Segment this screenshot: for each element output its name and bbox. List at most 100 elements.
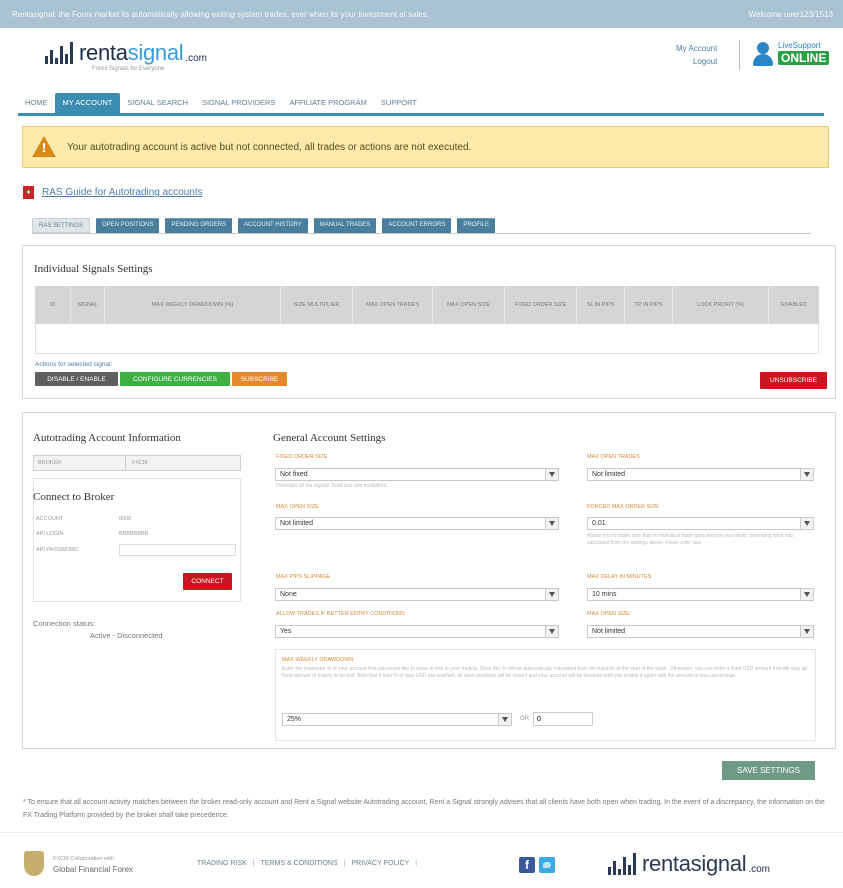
- signals-title: Individual Signals Settings: [34, 263, 153, 275]
- fixed-order-size-select[interactable]: Not fixed: [275, 468, 559, 481]
- trading-risk-link[interactable]: TRADING RISK: [197, 860, 247, 867]
- logout-link[interactable]: Logout: [676, 55, 717, 68]
- pdf-icon: ♦: [23, 186, 34, 199]
- fixed-order-size-value: Not fixed: [280, 471, 308, 478]
- col-size-multiplier[interactable]: Size Multiplier: [281, 286, 353, 324]
- privacy-policy-link[interactable]: PRIVACY POLICY: [351, 860, 409, 867]
- api-password-input[interactable]: [119, 544, 236, 556]
- col-signal[interactable]: Signal: [71, 286, 105, 324]
- tab-account-errors[interactable]: Account Errors: [382, 218, 452, 233]
- logo-domain: .com: [185, 53, 208, 64]
- allow-trades-label: Allow Trades if Better Entry Conditions: [276, 611, 405, 617]
- live-support-widget[interactable]: LiveSupport ONLINE: [752, 40, 830, 66]
- col-lock-profit[interactable]: Lock Profit (%): [673, 286, 769, 324]
- chevron-down-icon: [545, 518, 558, 529]
- col-tp-pips[interactable]: TP in Pips: [625, 286, 673, 324]
- tab-pending-orders[interactable]: Pending Orders: [165, 218, 233, 233]
- nav-signal-search[interactable]: Signal Search: [120, 98, 195, 113]
- subscribe-button[interactable]: Subscribe: [232, 372, 287, 386]
- actions-label: Actions for selected signal:: [35, 361, 113, 368]
- max-open-size-select[interactable]: Not limited: [275, 517, 559, 530]
- max-open-size-label: Max Open Size: [276, 504, 319, 510]
- tab-ras-settings[interactable]: RAS Settings: [32, 218, 91, 233]
- connection-status-value: Active - Disconnected: [90, 631, 163, 640]
- col-fixed-order-size[interactable]: Fixed Order Size: [505, 286, 577, 324]
- nav-affiliate-program[interactable]: Affiliate Program: [282, 98, 373, 113]
- footer-logo-domain: .com: [748, 864, 771, 875]
- save-settings-button[interactable]: Save Settings: [722, 761, 815, 780]
- tab-manual-trades[interactable]: Manual Trades: [313, 218, 377, 233]
- api-login-label: API Login: [36, 531, 64, 537]
- col-max-open-size[interactable]: Max Open Size: [433, 286, 505, 324]
- twitter-icon[interactable]: [539, 857, 555, 873]
- logo-text-part2: signal: [127, 40, 184, 65]
- forced-max-order-size-select[interactable]: 0.01: [587, 517, 814, 530]
- account-value: 0000: [119, 516, 132, 522]
- fcm-name-text: Global Financial Forex: [53, 865, 134, 874]
- chevron-down-icon: [498, 714, 511, 725]
- account-info-title: Autotrading Account Information: [33, 432, 181, 444]
- fcm-collaboration-text: FXCM Collaboration with: [53, 856, 114, 862]
- configure-currencies-button[interactable]: Configure Currencies: [120, 372, 230, 386]
- terms-link[interactable]: TERMS & CONDITIONS: [261, 860, 338, 867]
- connect-button[interactable]: Connect: [183, 573, 232, 590]
- max-weekly-drawdown-select[interactable]: 25%: [282, 713, 512, 726]
- nav-support[interactable]: Support: [374, 98, 424, 113]
- ras-guide-link[interactable]: RAS Guide for Autotrading accounts: [42, 187, 203, 198]
- max-open-size-2-label: Max Open Size: [587, 611, 630, 617]
- fcm-crest-icon: [24, 851, 44, 876]
- site-logo[interactable]: rentasignal .com: [45, 42, 207, 64]
- max-weekly-drawdown-help: Enter the maximum % of your account that…: [282, 666, 807, 679]
- col-sl-pips[interactable]: SL in Pips: [577, 286, 625, 324]
- site-footer: FXCM Collaboration with Global Financial…: [0, 832, 843, 888]
- fixed-order-size-help: Overrides all the signals' fixed size an…: [276, 483, 388, 489]
- facebook-icon[interactable]: f: [519, 857, 535, 873]
- welcome-user-text[interactable]: Welcome user123/1513: [749, 10, 833, 19]
- max-open-trades-label: Max Open Trades: [587, 454, 640, 460]
- general-settings-title: General Account Settings: [273, 432, 386, 444]
- warning-icon: [32, 136, 56, 158]
- announcement-text: Rentasignal: the Forex market its automa…: [12, 9, 430, 19]
- chevron-down-icon: [800, 589, 813, 600]
- account-subtabs: RAS Settings Open Positions Pending Orde…: [32, 218, 811, 234]
- connect-title: Connect to Broker: [33, 491, 115, 503]
- col-max-open-trades[interactable]: Max Open Trades: [353, 286, 433, 324]
- max-open-size-2-value: Not limited: [592, 628, 626, 635]
- fixed-order-size-label: Fixed Order Size: [276, 454, 328, 460]
- signals-panel: Individual Signals Settings ID Signal Ma…: [22, 245, 836, 399]
- allow-trades-select[interactable]: Yes: [275, 625, 559, 638]
- footer-logo[interactable]: rentasignal .com: [608, 853, 770, 875]
- nav-signal-providers[interactable]: Signal Providers: [195, 98, 283, 113]
- nav-my-account[interactable]: My Account: [54, 93, 121, 113]
- tab-open-positions[interactable]: Open Positions: [96, 218, 160, 233]
- or-label: OR: [520, 716, 529, 722]
- max-open-trades-value: Not limited: [592, 471, 626, 478]
- chevron-down-icon: [545, 589, 558, 600]
- max-delay-select[interactable]: 10 mins: [587, 588, 814, 601]
- connection-alert: Your autotrading account is active but n…: [22, 126, 829, 168]
- signals-table-body: [35, 324, 819, 354]
- unsubscribe-button[interactable]: Unsubscribe: [760, 372, 827, 389]
- logo-bars-icon: [45, 42, 73, 64]
- footer-links: TRADING RISK | TERMS & CONDITIONS | PRIVAC…: [197, 860, 418, 867]
- broker-row: Broker FXCM: [33, 455, 241, 471]
- tab-account-history[interactable]: Account History: [238, 218, 308, 233]
- chevron-down-icon: [545, 469, 558, 480]
- max-pips-slippage-select[interactable]: None: [275, 588, 559, 601]
- col-id[interactable]: ID: [35, 286, 71, 324]
- my-account-link[interactable]: My Account: [676, 42, 717, 55]
- tab-profile[interactable]: Profile: [457, 218, 496, 233]
- nav-home[interactable]: Home: [18, 98, 55, 113]
- account-label: Account: [36, 516, 64, 522]
- max-open-trades-select[interactable]: Not limited: [587, 468, 814, 481]
- signals-table-header: ID Signal Max Weekly Drawdown (%) Size M…: [35, 286, 819, 324]
- enable-disable-button[interactable]: Disable / Enable: [35, 372, 118, 386]
- connection-status-label: Connection status:: [33, 619, 96, 628]
- col-enabled[interactable]: Enabled: [769, 286, 819, 324]
- max-weekly-drawdown-amount-input[interactable]: [533, 712, 593, 726]
- max-open-size-2-select[interactable]: Not limited: [587, 625, 814, 638]
- header-divider: [739, 40, 740, 70]
- top-announcement-bar: Rentasignal: the Forex market its automa…: [0, 0, 843, 28]
- forced-max-order-size-help: Allows you to make sure that no individu…: [587, 533, 794, 546]
- col-max-weekly-drawdown[interactable]: Max Weekly Drawdown (%): [105, 286, 281, 324]
